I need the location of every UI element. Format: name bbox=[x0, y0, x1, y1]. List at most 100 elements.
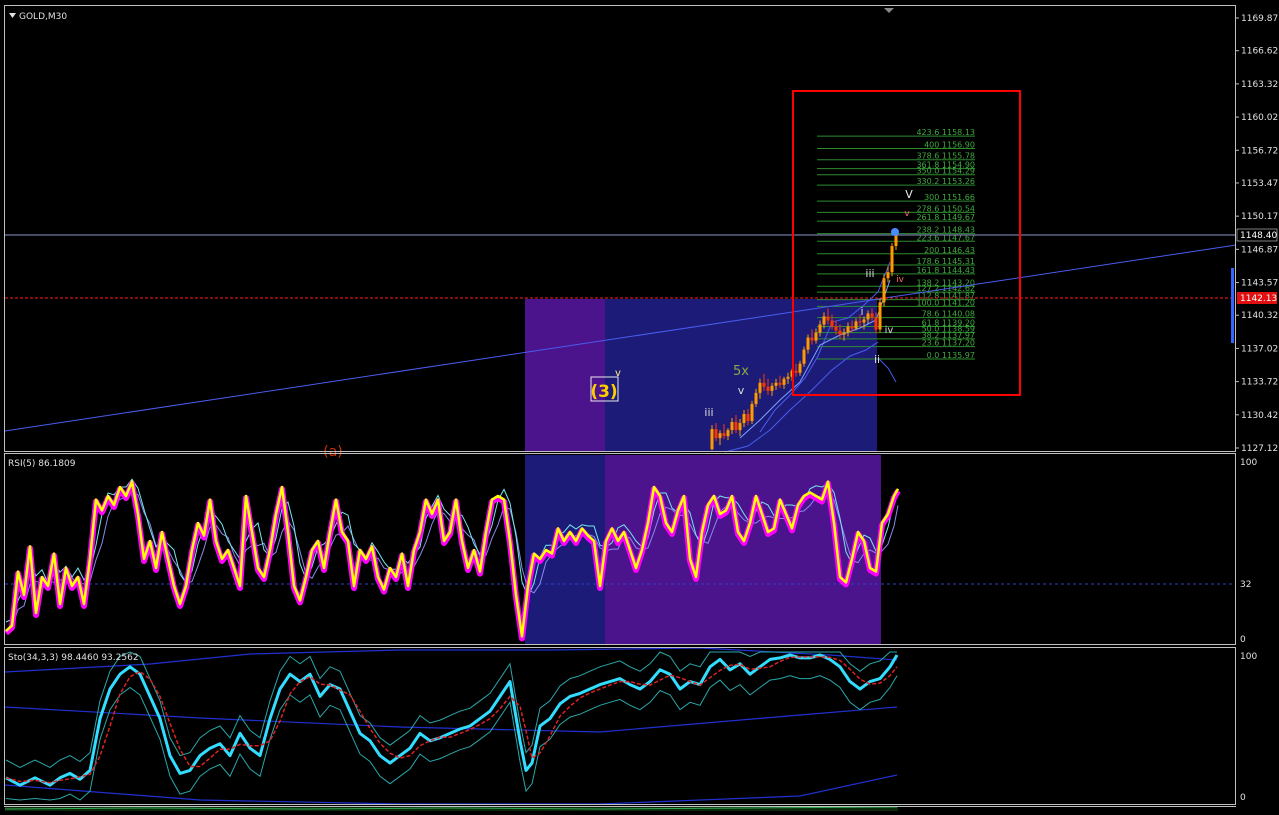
wave-label-iii: iii bbox=[704, 406, 713, 419]
wave-label-5x: 5x bbox=[733, 364, 749, 379]
fib-label: 400 1156.90 bbox=[924, 140, 975, 149]
fib-label: 300 1151.66 bbox=[924, 193, 975, 202]
candle-body[interactable] bbox=[730, 422, 734, 431]
fib-label: 423.6 1158.13 bbox=[916, 128, 975, 137]
wave-label-V: V bbox=[905, 188, 913, 201]
rsi-tick-0: 0 bbox=[1240, 635, 1246, 645]
candle-body[interactable] bbox=[870, 313, 874, 318]
sto-title: Sto(34,3,3) 98.4460 93.2562 bbox=[8, 653, 139, 663]
candle-body[interactable] bbox=[850, 326, 854, 329]
price-tick-label: 1169.87 bbox=[1241, 14, 1278, 24]
candle-body[interactable] bbox=[782, 378, 786, 385]
price-range-bar bbox=[1231, 268, 1234, 343]
candle-body[interactable] bbox=[778, 382, 782, 385]
price-tick-label: 1153.47 bbox=[1241, 179, 1278, 189]
fib-label: 178.6 1145.31 bbox=[916, 257, 975, 266]
candle-body[interactable] bbox=[738, 423, 742, 431]
zone-purple bbox=[525, 299, 605, 451]
candle-body[interactable] bbox=[810, 337, 814, 341]
price-tick-label: 1150.17 bbox=[1241, 212, 1278, 222]
candle-body[interactable] bbox=[822, 316, 826, 325]
price-tick-label: 1140.32 bbox=[1241, 311, 1278, 321]
fib-label: 330.2 1153.26 bbox=[916, 177, 975, 186]
candle-body[interactable] bbox=[894, 234, 898, 247]
fib-label: 23.6 1137.20 bbox=[922, 339, 975, 348]
candle-body[interactable] bbox=[798, 363, 802, 373]
main-chart-title: GOLD,M30 bbox=[19, 12, 67, 22]
price-tick-label: 1127.12 bbox=[1241, 444, 1278, 454]
candle-body[interactable] bbox=[814, 332, 818, 341]
candle-body[interactable] bbox=[838, 330, 842, 335]
candle-body[interactable] bbox=[734, 422, 738, 431]
candle-body[interactable] bbox=[890, 246, 894, 273]
candle-body[interactable] bbox=[830, 320, 834, 327]
candle-body[interactable] bbox=[802, 349, 806, 364]
candle-body[interactable] bbox=[886, 272, 890, 279]
candle-body[interactable] bbox=[862, 319, 866, 323]
price-tick-label: 1137.02 bbox=[1241, 344, 1278, 354]
fib-label: 78.6 1140.08 bbox=[922, 310, 975, 319]
candle-body[interactable] bbox=[746, 414, 750, 422]
price-tick-label: 1166.62 bbox=[1241, 47, 1278, 57]
wave-label-3: (3) bbox=[590, 382, 617, 402]
price-tick-label: 1163.32 bbox=[1241, 80, 1278, 90]
fib-label: 200 1146.43 bbox=[924, 246, 975, 255]
candle-body[interactable] bbox=[786, 376, 790, 379]
candle-body[interactable] bbox=[714, 429, 718, 439]
fib-label: 161.8 1144.43 bbox=[916, 266, 975, 275]
candle-body[interactable] bbox=[858, 321, 862, 323]
candle-body[interactable] bbox=[762, 382, 766, 387]
marked-price-label: 1142.13 bbox=[1240, 294, 1277, 304]
fib-label: 278.6 1150.54 bbox=[916, 204, 975, 213]
candle-body[interactable] bbox=[806, 337, 810, 350]
candle-body[interactable] bbox=[882, 278, 886, 303]
candle-body[interactable] bbox=[878, 302, 882, 330]
trading-chart[interactable]: 423.6 1158.13400 1156.90378.6 1155.78361… bbox=[0, 0, 1279, 815]
candle-body[interactable] bbox=[854, 321, 858, 329]
wave-label-v: v bbox=[738, 384, 745, 397]
fib-label: 261.8 1149.67 bbox=[916, 213, 975, 222]
candle-body[interactable] bbox=[754, 392, 758, 404]
sto-tick-100: 100 bbox=[1240, 652, 1257, 662]
candle-body[interactable] bbox=[774, 382, 778, 386]
wave-label-iii-2: iii bbox=[865, 267, 874, 280]
price-tick-label: 1143.57 bbox=[1241, 279, 1278, 289]
candle-body[interactable] bbox=[846, 326, 850, 333]
price-tick-label: 1133.72 bbox=[1241, 378, 1278, 388]
candle-body[interactable] bbox=[726, 430, 730, 437]
candle-body[interactable] bbox=[770, 385, 774, 391]
price-tick-label: 1160.02 bbox=[1241, 113, 1278, 123]
candle-body[interactable] bbox=[710, 429, 714, 450]
candle-body[interactable] bbox=[750, 403, 754, 422]
candle-body[interactable] bbox=[722, 433, 726, 437]
rsi-title: RSI(5) 86.1809 bbox=[8, 459, 76, 469]
candle-body[interactable] bbox=[766, 386, 770, 391]
candle-body[interactable] bbox=[834, 326, 838, 331]
candle-body[interactable] bbox=[758, 382, 762, 393]
sto-tick-0: 0 bbox=[1240, 793, 1246, 803]
candle-body[interactable] bbox=[874, 317, 878, 330]
wave-label-ii: ii bbox=[874, 353, 880, 366]
candle-body[interactable] bbox=[842, 332, 846, 335]
candle-body[interactable] bbox=[718, 433, 722, 439]
wave-label-iv-red: iv bbox=[896, 275, 905, 285]
candle-body[interactable] bbox=[826, 316, 830, 321]
arrow-marker bbox=[891, 228, 899, 236]
fib-label: 0.0 1135.97 bbox=[927, 351, 975, 360]
candle-body[interactable] bbox=[742, 414, 746, 424]
rsi-tick-100: 100 bbox=[1240, 458, 1257, 468]
wave-label-iv: iv bbox=[885, 325, 894, 336]
fib-label: 378.6 1155.78 bbox=[916, 152, 975, 161]
wave-label-v-red: v bbox=[904, 209, 910, 219]
price-tick-label: 1146.87 bbox=[1241, 245, 1278, 255]
fib-label: 100.0 1141.20 bbox=[916, 298, 975, 307]
price-tick-label: 1130.42 bbox=[1241, 411, 1278, 421]
candle-body[interactable] bbox=[818, 324, 822, 333]
wave-label-i: i bbox=[860, 305, 863, 318]
rsi-tick-32: 32 bbox=[1240, 580, 1251, 590]
candle-body[interactable] bbox=[866, 313, 870, 320]
price-tick-label: 1156.72 bbox=[1241, 146, 1278, 156]
fib-label: 350.0 1154.29 bbox=[916, 167, 975, 176]
candle-body[interactable] bbox=[794, 370, 798, 373]
current-price-label: 1148.40 bbox=[1240, 231, 1277, 241]
